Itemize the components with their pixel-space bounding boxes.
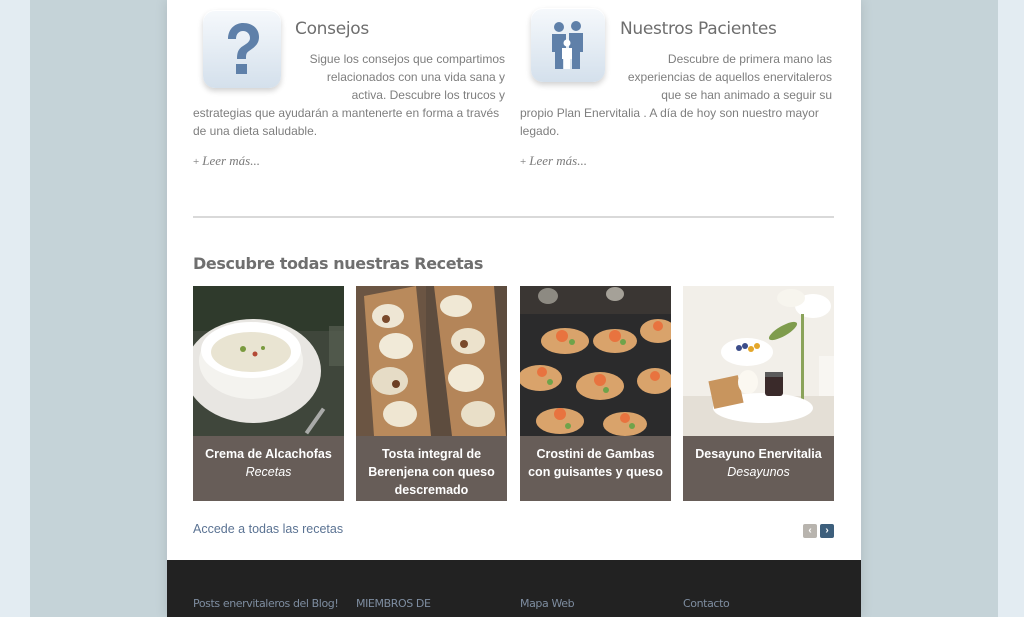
recipe-photo-crema [193, 286, 344, 436]
recipe-name: Crostini de Gambas con guisantes y queso [528, 447, 663, 479]
recipe-card-tosta-berenjena[interactable]: Tosta integral de Berenjena con queso de… [356, 286, 507, 501]
question-mark-icon[interactable] [203, 10, 281, 88]
recipe-photo-crostini [520, 286, 671, 436]
recipe-card-crema-alcachofas[interactable]: Crema de Alcachofas Recetas [193, 286, 344, 501]
all-recipes-link[interactable]: Accede a todas las recetas [193, 522, 343, 536]
footer-link-blog[interactable]: Posts enervitaleros del Blog! [193, 597, 339, 610]
recipe-card-desayuno[interactable]: Desayuno Enervitalia Desayunos [683, 286, 834, 501]
footer-link-miembros[interactable]: MIEMBROS DE [356, 597, 431, 610]
recipe-caption: Crostini de Gambas con guisantes y queso [520, 436, 671, 501]
recipe-caption: Crema de Alcachofas Recetas [193, 436, 344, 501]
recipe-name: Tosta integral de Berenjena con queso de… [368, 447, 495, 497]
recipe-name: Crema de Alcachofas [205, 447, 332, 461]
recipe-photo-desayuno [683, 286, 834, 436]
family-icon[interactable] [531, 8, 605, 82]
recipe-caption: Desayuno Enervitalia Desayunos [683, 436, 834, 501]
recipe-name: Desayuno Enervitalia [695, 447, 822, 461]
recipe-photo-tosta [356, 286, 507, 436]
read-more-pacientes-link[interactable]: + Leer más... [520, 153, 587, 169]
carousel-prev-button[interactable]: ‹ [803, 524, 817, 538]
recipes-section-title: Descubre todas nuestras Recetas [193, 254, 483, 273]
section-divider [193, 216, 834, 218]
read-more-consejos-link[interactable]: + Leer más... [193, 153, 260, 169]
recipe-card-crostini-gambas[interactable]: Crostini de Gambas con guisantes y queso [520, 286, 671, 501]
recipe-category: Desayunos [727, 465, 790, 479]
feature-pacientes: Nuestros Pacientes Descubre de primera m… [520, 0, 832, 140]
footer-link-contacto[interactable]: Contacto [683, 597, 730, 610]
content-page: Consejos Sigue los consejos que comparti… [167, 0, 861, 617]
carousel-next-button[interactable]: › [820, 524, 834, 538]
recipe-category: Recetas [245, 465, 292, 479]
feature-consejos: Consejos Sigue los consejos que comparti… [193, 0, 505, 140]
footer-link-mapa-web[interactable]: Mapa Web [520, 597, 575, 610]
footer: Posts enervitaleros del Blog! MIEMBROS D… [167, 560, 861, 617]
recipes-carousel: Crema de Alcachofas Recetas Tosta integr… [193, 286, 834, 501]
recipe-caption: Tosta integral de Berenjena con queso de… [356, 436, 507, 501]
